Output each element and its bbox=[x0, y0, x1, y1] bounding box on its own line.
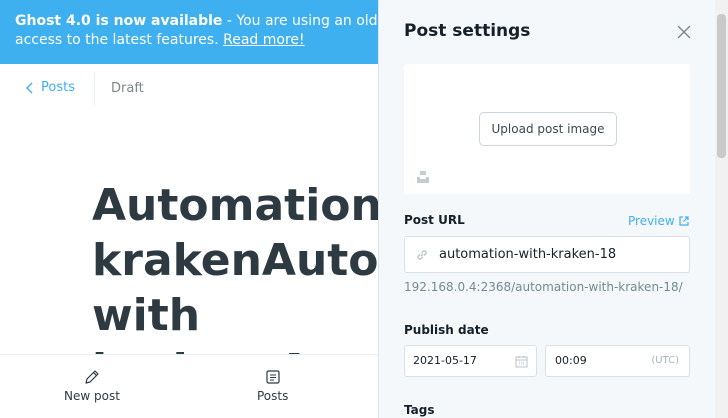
link-icon bbox=[417, 250, 427, 260]
publish-date-label: Publish date bbox=[404, 323, 489, 337]
editor-nav: Posts Draft bbox=[0, 64, 380, 114]
publish-date-picker[interactable]: 2021-05-17 bbox=[404, 345, 537, 377]
read-more-link[interactable]: Read more! bbox=[223, 32, 305, 48]
publish-time-value: 00:09 bbox=[555, 354, 587, 367]
preview-label: Preview bbox=[628, 214, 675, 228]
new-post-label: New post bbox=[64, 389, 120, 403]
calendar-icon bbox=[515, 356, 528, 368]
panel-title: Post settings bbox=[404, 21, 531, 41]
post-settings-panel: Post settings Upload post image Post URL… bbox=[378, 0, 728, 418]
post-status: Draft bbox=[111, 81, 144, 96]
feature-image-area[interactable]: Upload post image bbox=[404, 64, 690, 194]
upgrade-banner: Ghost 4.0 is now available - You are usi… bbox=[0, 0, 380, 64]
post-title-line-1: Automation w bbox=[92, 180, 380, 231]
banner-text: - You are using an old version bbox=[226, 13, 380, 29]
unsplash-icon[interactable] bbox=[416, 170, 430, 184]
bottom-bar: New post Posts bbox=[0, 354, 380, 418]
posts-label: Posts bbox=[257, 389, 289, 403]
post-title[interactable]: Automation w krakenAutom with kraken Aut… bbox=[92, 178, 380, 354]
back-to-posts-link[interactable]: Posts bbox=[26, 80, 75, 95]
post-url-field[interactable] bbox=[404, 236, 690, 273]
posts-icon bbox=[266, 370, 280, 384]
publish-date-value: 2021-05-17 bbox=[413, 354, 477, 367]
editor-canvas[interactable]: Automation w krakenAutom with kraken Aut… bbox=[0, 114, 380, 354]
post-url-label: Post URL bbox=[404, 213, 465, 227]
chevron-left-icon bbox=[26, 82, 33, 93]
post-title-line-2: krakenAutom bbox=[92, 235, 380, 286]
pencil-icon bbox=[85, 370, 99, 384]
close-icon[interactable] bbox=[676, 24, 692, 40]
tags-label: Tags bbox=[404, 403, 435, 417]
post-title-line-4: kraken Auto bbox=[92, 345, 380, 354]
upload-post-image-button[interactable]: Upload post image bbox=[479, 112, 617, 146]
external-link-icon bbox=[679, 216, 689, 226]
nav-divider bbox=[94, 73, 95, 106]
back-label: Posts bbox=[41, 80, 75, 95]
post-url-hint: 192.168.0.4:2368/automation-with-kraken-… bbox=[404, 280, 683, 294]
scrollbar-thumb[interactable] bbox=[717, 14, 726, 158]
new-post-button[interactable]: New post bbox=[64, 369, 120, 403]
timezone-label: (UTC) bbox=[651, 355, 679, 366]
publish-time-field[interactable]: 00:09 (UTC) bbox=[545, 345, 690, 377]
preview-link[interactable]: Preview bbox=[628, 214, 689, 228]
posts-button[interactable]: Posts bbox=[257, 369, 288, 403]
banner-title: Ghost 4.0 is now available bbox=[15, 13, 223, 29]
banner-text-2: access to the latest features. bbox=[15, 32, 224, 48]
post-url-input[interactable] bbox=[439, 237, 684, 272]
post-title-line-3: with bbox=[92, 290, 201, 341]
panel-scrollbar[interactable] bbox=[715, 0, 728, 418]
